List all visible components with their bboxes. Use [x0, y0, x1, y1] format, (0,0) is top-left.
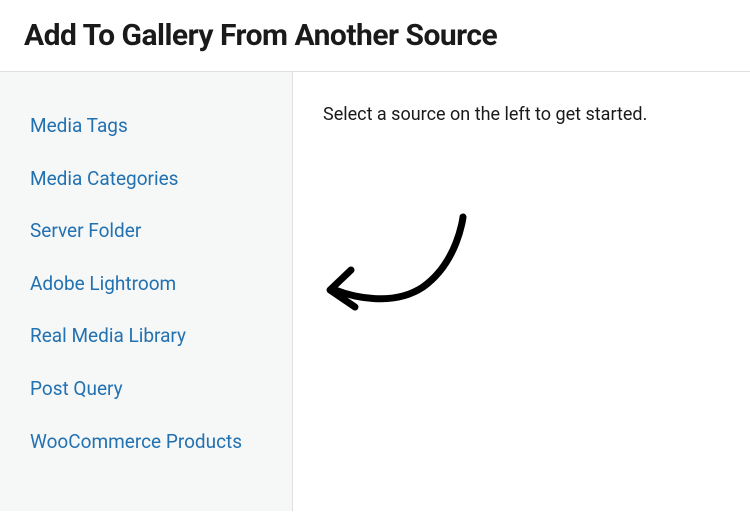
instruction-text: Select a source on the left to get start…: [323, 104, 720, 125]
sidebar-item-adobe-lightroom[interactable]: Adobe Lightroom: [30, 258, 282, 311]
sidebar-item-label: Real Media Library: [30, 324, 186, 347]
sidebar-item-label: Media Categories: [30, 167, 178, 190]
sidebar-item-real-media-library[interactable]: Real Media Library: [30, 310, 282, 363]
source-sidebar: Media Tags Media Categories Server Folde…: [0, 72, 293, 511]
sidebar-item-label: Adobe Lightroom: [30, 272, 176, 295]
sidebar-item-label: Post Query: [30, 377, 123, 400]
sidebar-item-media-categories[interactable]: Media Categories: [30, 153, 282, 206]
content-area: Media Tags Media Categories Server Folde…: [0, 72, 750, 511]
sidebar-item-media-tags[interactable]: Media Tags: [30, 100, 282, 153]
page-title: Add To Gallery From Another Source: [24, 18, 726, 53]
sidebar-item-label: Media Tags: [30, 114, 128, 137]
dialog-header: Add To Gallery From Another Source: [0, 0, 750, 72]
sidebar-item-server-folder[interactable]: Server Folder: [30, 205, 282, 258]
arrow-icon: [323, 212, 473, 322]
sidebar-item-woocommerce-products[interactable]: WooCommerce Products: [30, 416, 282, 469]
main-panel: Select a source on the left to get start…: [293, 72, 750, 511]
sidebar-item-label: Server Folder: [30, 219, 141, 242]
sidebar-item-label: WooCommerce Products: [30, 430, 242, 453]
sidebar-item-post-query[interactable]: Post Query: [30, 363, 282, 416]
